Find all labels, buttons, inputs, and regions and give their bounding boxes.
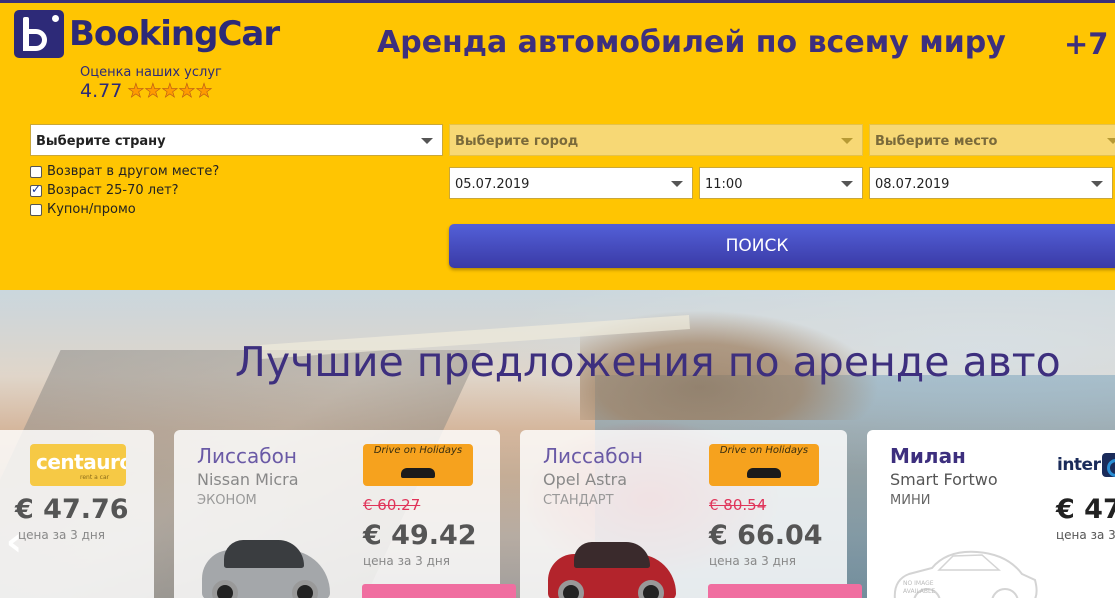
checkbox-return-elsewhere[interactable] [30, 165, 42, 178]
offer-model: Opel Astra [543, 470, 628, 489]
chevron-down-icon [841, 181, 853, 187]
search-button-label: ПОИСК [725, 236, 789, 256]
search-button[interactable]: ПОИСК [449, 224, 1115, 268]
offer-price: € 49.42 [363, 520, 477, 551]
offer-price: € 47. [1056, 494, 1115, 525]
page-headline: Аренда автомобилей по всему миру [377, 25, 1006, 60]
book-button[interactable] [362, 584, 516, 598]
offer-city: Милан [890, 444, 966, 468]
pickup-date-select[interactable]: 05.07.2019 [449, 167, 693, 199]
rating-label: Оценка наших услуг [80, 65, 222, 80]
car-image [548, 540, 678, 598]
brand-name: BookingCar [69, 14, 280, 54]
offer-price-period: цена за 3 дня [363, 554, 450, 568]
option-return-elsewhere[interactable]: Возврат в другом месте? [30, 162, 219, 181]
checkbox-coupon[interactable] [30, 203, 42, 216]
offers-title: Лучшие предложения по аренде авто [235, 338, 1061, 386]
book-button[interactable] [708, 584, 862, 598]
phone-number[interactable]: +7 4 [1064, 27, 1115, 61]
city-select-value: Выберите город [455, 134, 579, 149]
pickup-time-value: 11:00 [705, 177, 743, 192]
logo-b-icon [14, 10, 64, 58]
vendor-logo-drive-on-holidays: Drive on Holidays [709, 444, 819, 486]
place-select[interactable]: Выберите место [869, 124, 1115, 156]
carousel-prev-arrow-icon[interactable]: ‹ [0, 518, 28, 566]
rating-value: 4.77 [80, 80, 123, 102]
checkbox-age[interactable] [30, 182, 42, 197]
option-label: Возраст 25-70 лет? [47, 183, 179, 198]
inter-logo-icon [1102, 453, 1115, 477]
city-select[interactable]: Выберите город [449, 124, 863, 156]
offers-hero: Лучшие предложения по аренде авто € 47.7… [0, 290, 1115, 598]
offer-price: € 47.76 [15, 494, 129, 525]
search-options: Возврат в другом месте? Возраст 25-70 ле… [30, 162, 219, 219]
return-date-select[interactable]: 08.07.2019 [869, 167, 1113, 199]
country-select-value: Выберите страну [36, 134, 166, 149]
vendor-logo-drive-on-holidays: Drive on Holidays [363, 444, 473, 486]
offer-old-price: € 80.54 [709, 496, 767, 514]
pickup-date-value: 05.07.2019 [455, 177, 530, 192]
return-date-value: 08.07.2019 [875, 177, 950, 192]
offer-price-period: цена за 3 [1056, 528, 1115, 542]
no-image-car-icon: NO IMAGE AVAILABLE [893, 550, 1038, 598]
offer-class: МИНИ [890, 493, 931, 508]
rating: 4.77 ★★★★★ [80, 80, 213, 103]
vendor-logo-centauro: centauro rent a car [30, 444, 126, 486]
offer-price-period: цена за 3 дня [18, 528, 105, 542]
offer-price-period: цена за 3 дня [709, 554, 796, 568]
country-select[interactable]: Выберите страну [30, 124, 443, 156]
car-image [202, 540, 332, 598]
chevron-down-icon [841, 138, 853, 144]
offer-city: Лиссабон [543, 444, 643, 468]
offer-class: СТАНДАРТ [543, 493, 614, 508]
chevron-down-icon [1091, 181, 1103, 187]
chevron-down-icon [421, 138, 433, 144]
svg-text:AVAILABLE: AVAILABLE [903, 588, 935, 595]
chevron-down-icon [1107, 138, 1115, 144]
option-coupon[interactable]: Купон/промо [30, 200, 219, 219]
offer-model: Smart Fortwo [890, 470, 998, 489]
pickup-time-select[interactable]: 11:00 [699, 167, 863, 199]
option-label: Возврат в другом месте? [47, 164, 220, 179]
top-accent-line [0, 0, 1115, 3]
svg-text:NO IMAGE: NO IMAGE [903, 580, 934, 587]
offer-model: Nissan Micra [197, 470, 299, 489]
offer-price: € 66.04 [709, 520, 823, 551]
offer-old-price: € 60.27 [363, 496, 421, 514]
option-age[interactable]: Возраст 25-70 лет? [30, 181, 219, 200]
offer-card[interactable]: Лиссабон Nissan Micra ЭКОНОМ Drive on Ho… [174, 430, 516, 598]
place-select-value: Выберите место [875, 134, 998, 149]
chevron-down-icon [671, 181, 683, 187]
offer-card[interactable]: Лиссабон Opel Astra СТАНДАРТ Drive on Ho… [520, 430, 862, 598]
vendor-logo-inter: inter [1057, 453, 1115, 477]
brand-logo[interactable]: BookingCar [14, 10, 280, 58]
option-label: Купон/промо [47, 202, 136, 217]
offer-city: Лиссабон [197, 444, 297, 468]
offer-class: ЭКОНОМ [197, 493, 257, 508]
rating-stars-icon: ★★★★★ [127, 80, 213, 103]
